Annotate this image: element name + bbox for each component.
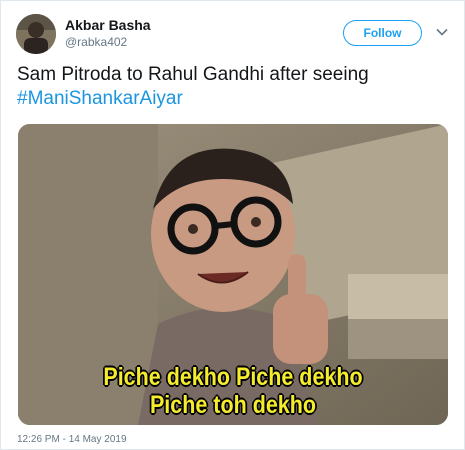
avatar[interactable] bbox=[16, 14, 56, 54]
tweet-card: Akbar Basha @rabka402 Follow Sam Pitroda… bbox=[0, 0, 465, 450]
follow-button[interactable]: Follow bbox=[343, 20, 422, 46]
timestamp[interactable]: 12:26 PM - 14 May 2019 bbox=[17, 434, 127, 445]
hashtag-link[interactable]: #ManiShankarAiyar bbox=[17, 87, 447, 111]
tweet-body: Sam Pitroda to Rahul Gandhi after seeing bbox=[17, 64, 369, 85]
caption-line-2: Piche toh dekho bbox=[149, 391, 317, 419]
media-image[interactable]: Piche dekho Piche dekho Piche toh dekho bbox=[18, 124, 448, 425]
chevron-down-icon[interactable] bbox=[435, 25, 449, 39]
tweet-text: Sam Pitroda to Rahul Gandhi after seeing… bbox=[17, 63, 447, 111]
user-handle[interactable]: @rabka402 bbox=[65, 35, 127, 49]
caption-line-1: Piche dekho Piche dekho bbox=[103, 363, 363, 391]
user-name[interactable]: Akbar Basha bbox=[65, 17, 151, 33]
